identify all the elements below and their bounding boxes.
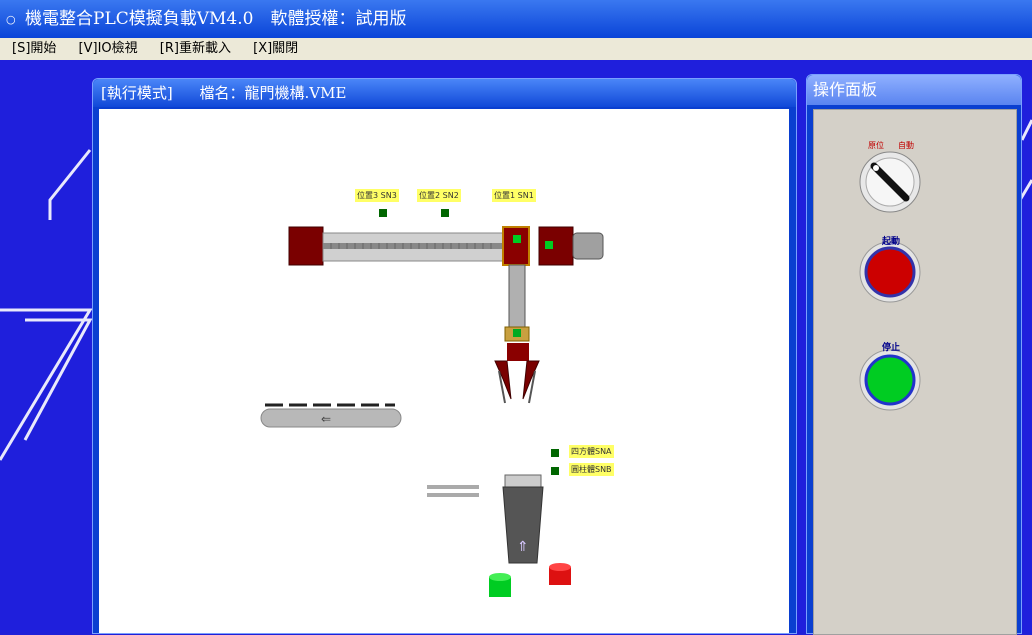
menu-bar: [S]開始 [V]IO檢視 [R]重新載入 [X]關閉 xyxy=(0,38,1032,60)
control-panel-graphics xyxy=(859,151,921,411)
sensor-indicator-square xyxy=(551,449,559,457)
app-icon: ○ xyxy=(6,13,16,26)
menu-start[interactable]: [S]開始 xyxy=(12,41,56,56)
svg-text:⇐: ⇐ xyxy=(321,412,331,426)
machine-drawing: ⇐ ⇑ xyxy=(260,209,604,597)
simulation-window-titlebar: [執行模式] 檔名：龍門機構.VME xyxy=(93,79,796,107)
simulation-window: [執行模式] 檔名：龍門機構.VME 位置3 SN3 位置2 SN2 位置1 S… xyxy=(92,78,797,634)
menu-io-view[interactable]: [V]IO檢視 xyxy=(79,41,138,56)
control-panel-title: 操作面板 xyxy=(813,80,878,99)
sensor-indicator-pos2 xyxy=(441,209,449,217)
control-panel-titlebar: 操作面板 xyxy=(807,75,1021,105)
file-name-label: 檔名：龍門機構.VME xyxy=(199,84,347,102)
control-panel-window: 操作面板 原位 自動 起動 停止 xyxy=(806,74,1022,635)
menu-reload[interactable]: [R]重新載入 xyxy=(160,41,231,56)
gripper xyxy=(494,343,540,404)
stop-button-label: 停止 xyxy=(882,343,901,353)
workpiece-green xyxy=(489,573,511,597)
simulation-canvas: 位置3 SN3 位置2 SN2 位置1 SN1 ⇐ ⇑ 四方體SNA 圓柱體SN… xyxy=(99,109,789,633)
mode-label: [執行模式] xyxy=(101,84,173,102)
sensor-indicator-cylinder xyxy=(551,467,559,475)
app-titlebar: ○ 機電整合PLC模擬負載VM4.0 軟體授權：試用版 xyxy=(0,0,1032,38)
menu-close[interactable]: [X]關閉 xyxy=(253,41,298,56)
gantry-rail xyxy=(288,226,604,266)
start-button-label: 起動 xyxy=(882,237,901,247)
feeder-chute: ⇑ xyxy=(502,474,544,564)
gantry-carriage xyxy=(502,226,553,342)
sensor-indicator-pos3 xyxy=(379,209,387,217)
mode-selector-switch[interactable] xyxy=(859,151,921,213)
svg-text:⇑: ⇑ xyxy=(517,539,529,555)
sensor-label-square: 四方體SNA xyxy=(569,445,614,458)
ramp-rail xyxy=(427,485,479,489)
control-panel-body: 原位 自動 起動 停止 xyxy=(813,109,1017,635)
app-title: 機電整合PLC模擬負載VM4.0 軟體授權：試用版 xyxy=(25,9,407,29)
sensor-indicator-pos1 xyxy=(545,241,553,249)
start-button[interactable] xyxy=(859,241,921,303)
sensor-label-cylinder: 圓柱體SNB xyxy=(569,463,614,476)
stop-button[interactable] xyxy=(859,349,921,411)
output-conveyor: ⇐ xyxy=(260,403,402,428)
workpiece-red xyxy=(549,563,571,585)
